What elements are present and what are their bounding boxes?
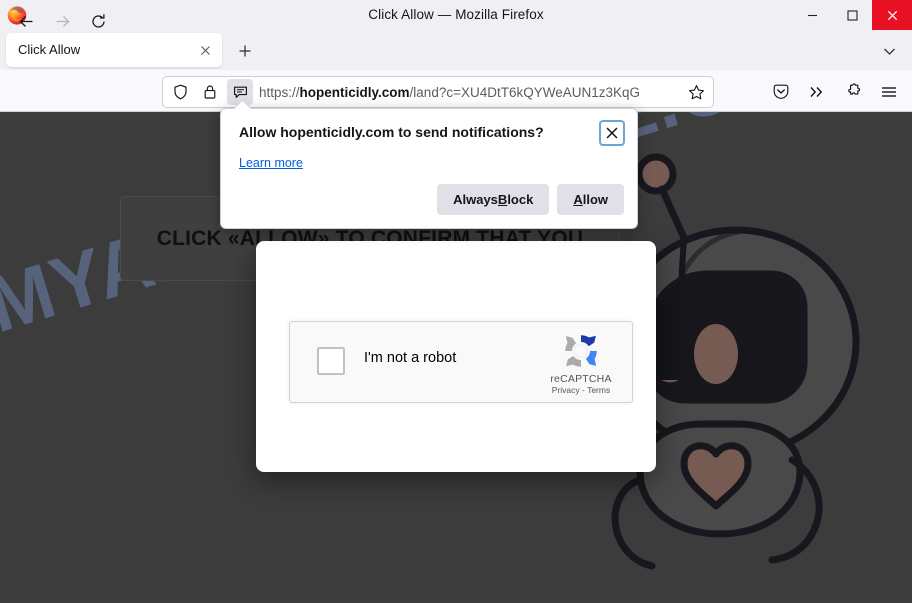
url-path: /land?c=XU4DtT6kQYWeAUN1z3KqG (409, 84, 641, 100)
permission-dialog-close-button[interactable] (599, 120, 625, 146)
recaptcha-privacy-link[interactable]: Privacy (552, 385, 580, 395)
recaptcha-logo-icon (565, 335, 597, 367)
reload-button[interactable] (83, 7, 113, 35)
url-host: hopenticidly.com (299, 84, 410, 100)
site-security-button[interactable] (197, 79, 223, 105)
pocket-save-button[interactable] (766, 78, 796, 106)
captcha-modal: I'm not a robot reCAPTCHA Privacy - Term… (256, 241, 656, 472)
recaptcha-terms-link[interactable]: Terms (587, 385, 610, 395)
close-icon (200, 45, 210, 55)
learn-more-link[interactable]: Learn more (239, 156, 303, 170)
reload-icon (91, 13, 105, 28)
browser-tab[interactable]: Click Allow (6, 33, 222, 67)
toolbar-right-buttons (766, 76, 904, 108)
extensions-puzzle-icon (848, 83, 861, 95)
star-icon (688, 84, 704, 99)
url-text[interactable]: https://hopenticidly.com/land?c=XU4DtT6k… (259, 85, 682, 100)
window-controls (792, 0, 912, 30)
chevron-down-icon (883, 48, 895, 55)
window-title: Click Allow — Mozilla Firefox (368, 7, 544, 22)
close-window-button[interactable] (872, 0, 912, 30)
tab-title: Click Allow (18, 42, 81, 57)
plus-icon (239, 45, 251, 57)
maximize-button[interactable] (832, 0, 872, 30)
allow-accesskey: A (573, 192, 583, 207)
app-menu-button[interactable] (874, 78, 904, 106)
recaptcha-label: I'm not a robot (364, 350, 457, 366)
always-block-label-post: lock (507, 192, 534, 207)
shield-icon (173, 84, 187, 100)
permission-dialog-actions: Always Block Allow (437, 184, 624, 215)
recaptcha-brand-name: reCAPTCHA (550, 373, 612, 385)
recaptcha-checkbox[interactable] (317, 347, 345, 375)
bookmark-button[interactable] (682, 78, 710, 106)
allow-label-post: llow (582, 192, 608, 207)
list-all-tabs-button[interactable] (876, 39, 902, 63)
permission-dialog-title: Allow hopenticidly.com to send notificat… (239, 124, 544, 140)
tracking-protection-button[interactable] (167, 79, 193, 105)
back-arrow-icon (19, 15, 32, 27)
tab-strip: Click Allow (0, 30, 912, 70)
title-bar: Click Allow — Mozilla Firefox (0, 0, 912, 30)
speech-bubble-icon (233, 86, 247, 98)
tab-close-button[interactable] (195, 40, 215, 60)
recaptcha-link-separator: - (579, 385, 588, 395)
notification-permission-dialog: Allow hopenticidly.com to send notificat… (220, 99, 638, 229)
always-block-button[interactable]: Always Block (437, 184, 550, 215)
close-icon (887, 10, 897, 20)
lock-icon (204, 85, 216, 99)
always-block-accesskey: B (497, 192, 508, 207)
recaptcha-widget[interactable]: I'm not a robot reCAPTCHA Privacy - Term… (289, 321, 633, 403)
always-block-label-pre: Always (453, 192, 498, 207)
extensions-button[interactable] (838, 78, 868, 106)
allow-button[interactable]: Allow (557, 184, 624, 215)
url-scheme: https:// (259, 84, 300, 100)
close-icon (606, 127, 618, 139)
maximize-icon (846, 9, 858, 21)
recaptcha-legal-links: Privacy - Terms (542, 385, 620, 395)
hamburger-menu-icon (882, 87, 896, 97)
new-tab-button[interactable] (232, 38, 258, 64)
back-button[interactable] (11, 7, 41, 35)
overflow-menu-button[interactable] (802, 78, 832, 106)
minimize-button[interactable] (792, 0, 832, 30)
pocket-save-icon (773, 84, 789, 99)
forward-arrow-icon (56, 15, 69, 27)
minimize-icon (807, 14, 817, 16)
forward-button[interactable] (47, 7, 77, 35)
firefox-window: Click Allow — Mozilla Firefox Click Allo… (0, 0, 912, 603)
recaptcha-branding: reCAPTCHA Privacy - Terms (542, 330, 620, 395)
double-chevron-icon (810, 87, 823, 97)
